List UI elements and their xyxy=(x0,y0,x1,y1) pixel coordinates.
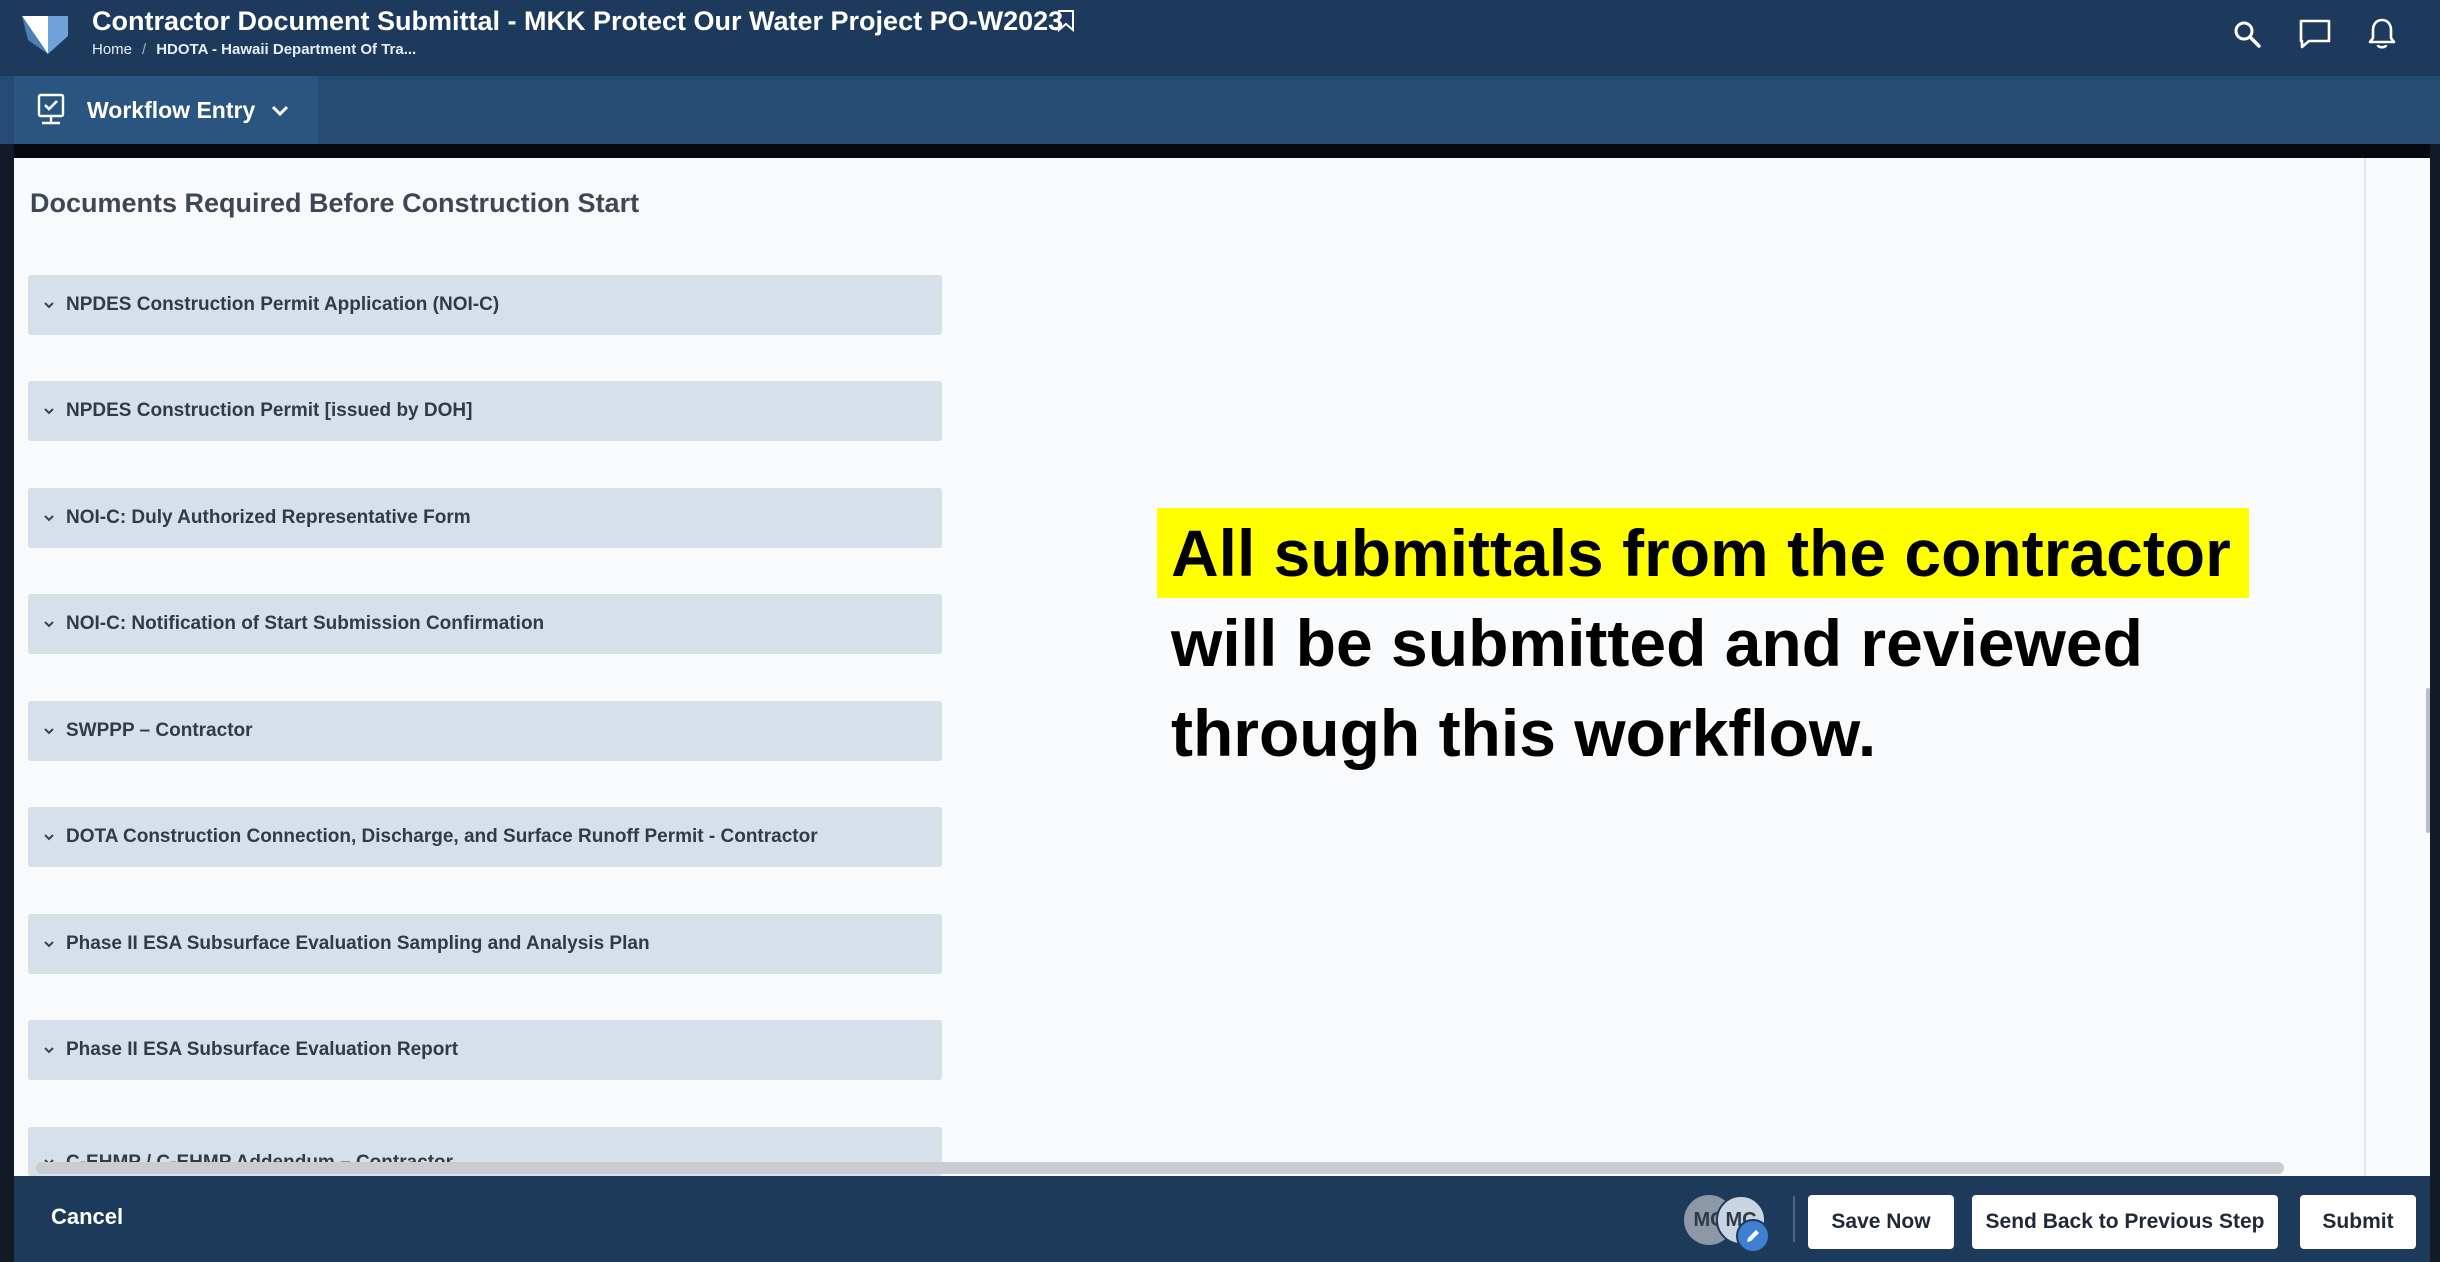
save-now-button[interactable]: Save Now xyxy=(1808,1195,1954,1249)
accordion-label: NOI-C: Notification of Start Submission … xyxy=(66,613,545,634)
workflow-entry-label: Workflow Entry xyxy=(87,96,256,123)
messages-button[interactable] xyxy=(2295,14,2335,54)
nav-shadow xyxy=(14,144,2430,158)
content-divider xyxy=(2364,158,2366,1176)
edit-assignee-button[interactable] xyxy=(1736,1219,1770,1253)
bookmark-icon[interactable] xyxy=(1055,9,1077,33)
chevron-down-icon xyxy=(44,728,54,735)
bell-icon xyxy=(2368,18,2396,49)
chevron-down-icon xyxy=(44,621,54,628)
accordion-item[interactable]: SWPPP – Contractor xyxy=(28,701,942,761)
pencil-icon xyxy=(1747,1230,1759,1242)
footer-bar: Cancel MC MC Save Now Send Back to Previ… xyxy=(14,1176,2430,1262)
accordion-label: SWPPP – Contractor xyxy=(66,720,253,741)
accordion-item[interactable]: NOI-C: Notification of Start Submission … xyxy=(28,594,942,654)
annotation-line-3: through this workflow. xyxy=(1171,696,1877,770)
breadcrumb-home[interactable]: Home xyxy=(92,41,132,58)
footer-divider xyxy=(1793,1196,1795,1242)
chevron-down-icon xyxy=(44,834,54,841)
search-button[interactable] xyxy=(2227,14,2267,54)
main-content: Documents Required Before Construction S… xyxy=(14,158,2430,1176)
section-title: Documents Required Before Construction S… xyxy=(30,188,640,218)
horizontal-scrollbar[interactable] xyxy=(36,1162,2284,1174)
breadcrumb-separator: / xyxy=(142,41,147,58)
chevron-down-icon xyxy=(44,941,54,948)
app-window: Contractor Document Submittal - MKK Prot… xyxy=(0,0,2440,1262)
accordion-label: NPDES Construction Permit Application (N… xyxy=(66,294,500,315)
annotation-callout: All submittals from the contractor will … xyxy=(1157,508,2271,778)
chevron-down-icon xyxy=(44,302,54,309)
accordion-label: DOTA Construction Connection, Discharge,… xyxy=(66,826,818,847)
accordion-label: NPDES Construction Permit [issued by DOH… xyxy=(66,400,473,421)
accordion-item[interactable]: NOI-C: Duly Authorized Representative Fo… xyxy=(28,488,942,548)
workflow-nav-bar: Workflow Entry xyxy=(0,76,2440,144)
notifications-button[interactable] xyxy=(2362,14,2402,54)
search-icon xyxy=(2234,21,2261,48)
breadcrumb: Home / HDOTA - Hawaii Department Of Tra... xyxy=(92,41,416,58)
cancel-button[interactable]: Cancel xyxy=(51,1204,123,1230)
accordion-item[interactable]: Phase II ESA Subsurface Evaluation Sampl… xyxy=(28,914,942,974)
accordion-item[interactable]: Phase II ESA Subsurface Evaluation Repor… xyxy=(28,1020,942,1080)
accordion-item[interactable]: NPDES Construction Permit [issued by DOH… xyxy=(28,381,942,441)
chevron-down-icon xyxy=(44,1047,54,1054)
message-icon xyxy=(2299,19,2331,49)
accordion-label: Phase II ESA Subsurface Evaluation Repor… xyxy=(66,1039,459,1060)
chevron-down-icon xyxy=(44,408,54,415)
workflow-entry-dropdown[interactable]: Workflow Entry xyxy=(14,76,318,144)
workflow-entry-icon xyxy=(37,93,65,125)
send-back-button[interactable]: Send Back to Previous Step xyxy=(1972,1195,2278,1249)
submit-button[interactable]: Submit xyxy=(2300,1195,2416,1249)
annotation-line-2: will be submitted and reviewed xyxy=(1171,606,2143,680)
top-header: Contractor Document Submittal - MKK Prot… xyxy=(0,0,2440,76)
accordion-label: Phase II ESA Subsurface Evaluation Sampl… xyxy=(66,933,650,954)
breadcrumb-current[interactable]: HDOTA - Hawaii Department Of Tra... xyxy=(156,41,416,58)
accordion-item[interactable]: DOTA Construction Connection, Discharge,… xyxy=(28,807,942,867)
accordion-label: NOI-C: Duly Authorized Representative Fo… xyxy=(66,507,471,528)
chevron-down-icon xyxy=(272,105,289,117)
accordion-item[interactable]: NPDES Construction Permit Application (N… xyxy=(28,275,942,335)
chevron-down-icon xyxy=(44,515,54,522)
page-title: Contractor Document Submittal - MKK Prot… xyxy=(92,6,1064,36)
app-logo-icon[interactable] xyxy=(18,10,72,60)
vertical-scrollbar[interactable] xyxy=(2426,688,2430,833)
annotation-highlight: All submittals from the contractor xyxy=(1157,508,2249,598)
